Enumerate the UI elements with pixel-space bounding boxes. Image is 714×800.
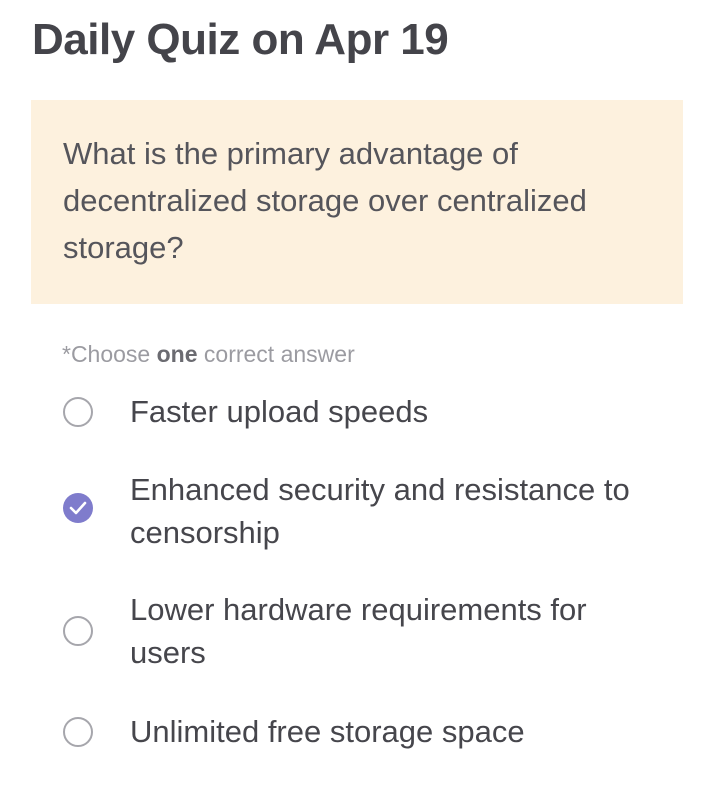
check-circle-icon[interactable] <box>63 493 93 523</box>
answer-options: Faster upload speeds Enhanced security a… <box>0 0 714 800</box>
answer-option-label: Lower hardware requirements for users <box>130 592 587 670</box>
radio-unchecked-icon[interactable] <box>63 717 93 747</box>
radio-unchecked-icon[interactable] <box>63 397 93 427</box>
answer-option-label: Unlimited free storage space <box>130 714 525 749</box>
checkmark-icon <box>69 501 87 515</box>
answer-option-label: Enhanced security and resistance to cens… <box>130 472 630 550</box>
answer-option-3[interactable]: Lower hardware requirements for users <box>62 588 672 674</box>
answer-option-4[interactable]: Unlimited free storage space <box>62 710 672 754</box>
answer-option-1[interactable]: Faster upload speeds <box>62 390 672 434</box>
answer-option-label: Faster upload speeds <box>130 394 429 429</box>
answer-option-2[interactable]: Enhanced security and resistance to cens… <box>62 468 672 554</box>
radio-unchecked-icon[interactable] <box>63 616 93 646</box>
